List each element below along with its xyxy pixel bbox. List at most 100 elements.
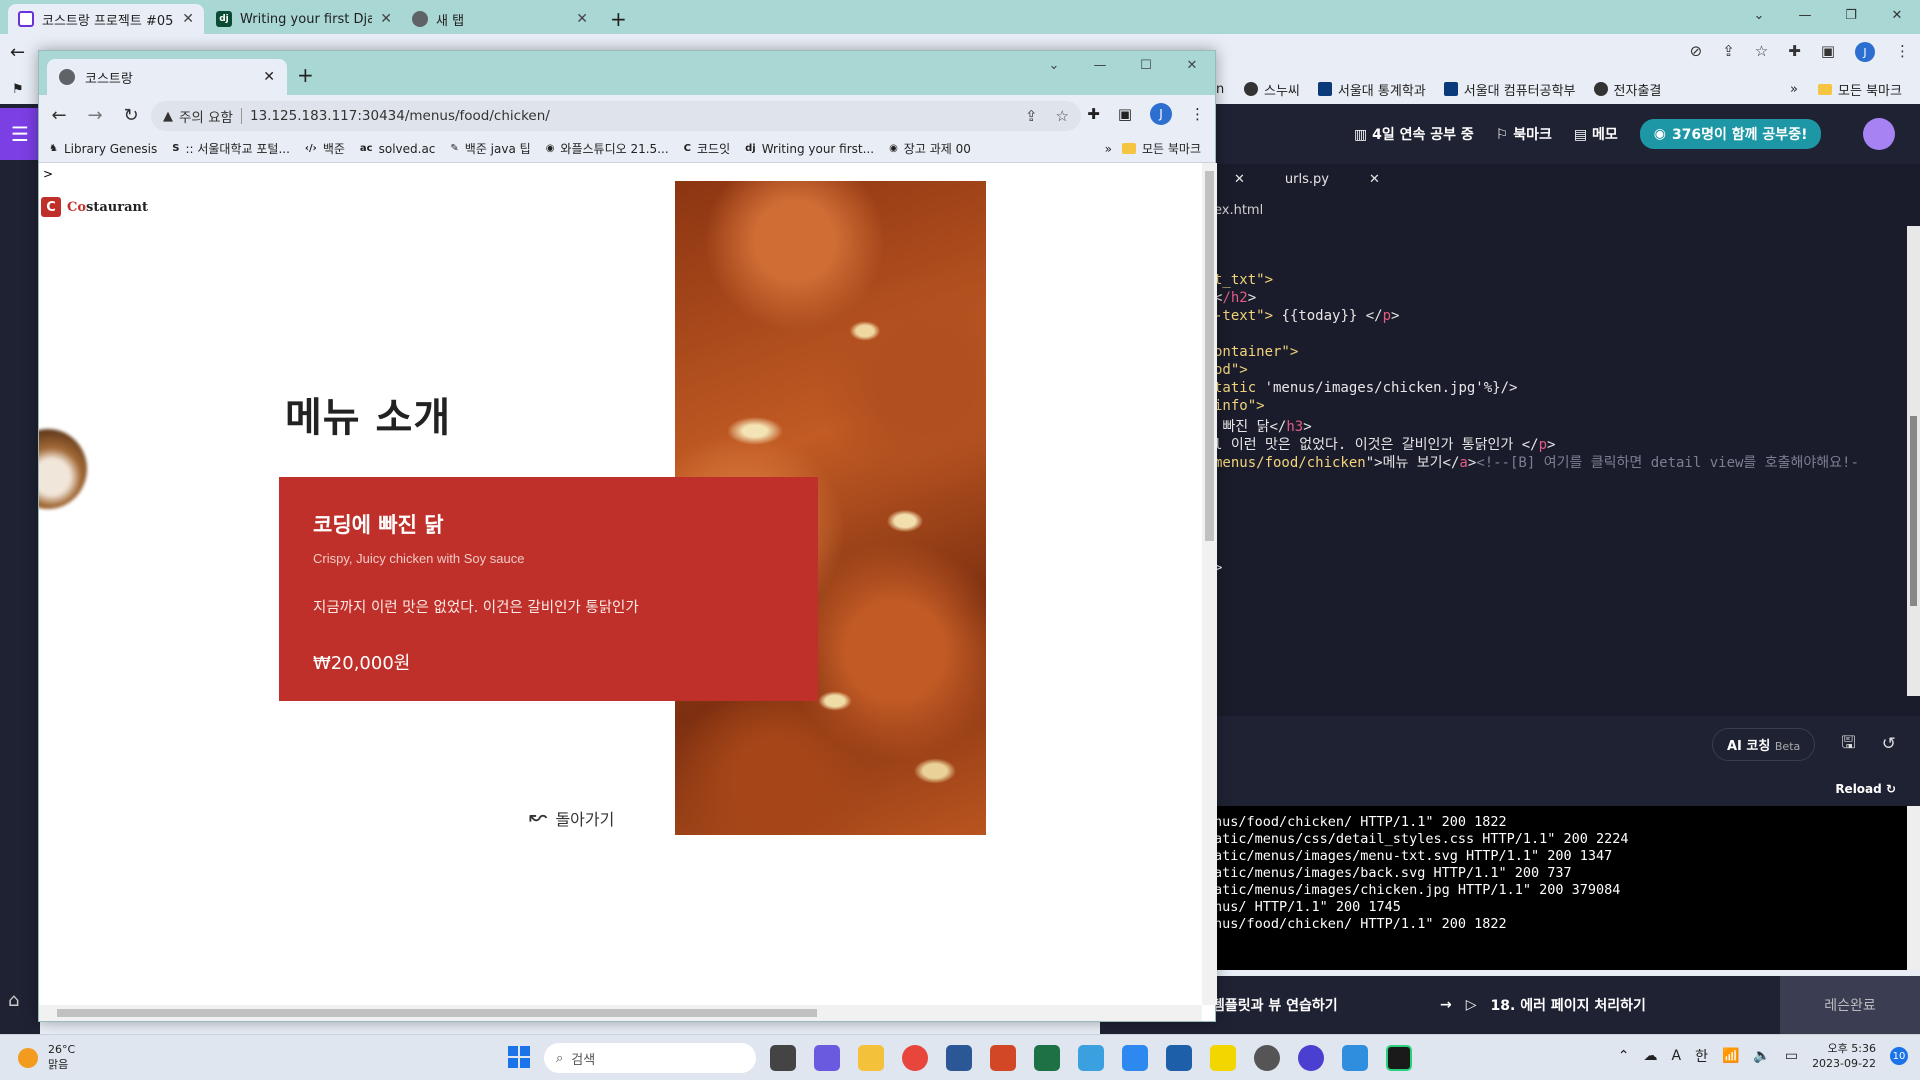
minimize-button[interactable]: — [1782,0,1828,30]
star-icon[interactable]: ☆ [1755,42,1768,62]
star-icon[interactable]: ☆ [1056,107,1069,125]
wifi-icon[interactable]: 📶 [1722,1048,1739,1064]
bookmark-item[interactable]: ✎ 백준 java 팁 [450,140,530,157]
scroll-thumb[interactable] [1910,416,1917,606]
bg-tab-costudy[interactable]: 코스트랑 프로젝트 #05 화면 추가 ✕ [8,4,204,34]
bookmark-item[interactable]: S:: 서울대학교 포털... [172,140,290,157]
speaker-icon[interactable]: 🔈 [1753,1048,1770,1064]
bookmark-item[interactable]: ac solved.ac [360,142,435,156]
pycharm-icon[interactable] [1386,1045,1412,1071]
cloud-icon[interactable]: ☁ [1643,1048,1657,1064]
vertical-scrollbar[interactable] [1202,163,1217,1005]
bookmark-item[interactable]: 서울대 컴퓨터공학부 [1443,80,1576,99]
bookmark-item[interactable]: C 코드잇 [684,140,730,157]
back-arrow-icon[interactable]: ← [10,42,25,63]
hamburger-menu-icon[interactable]: ☰ [0,108,40,160]
more-bookmarks-icon[interactable]: » [1790,82,1798,97]
close-icon[interactable]: ✕ [263,69,275,85]
bg-tab-django[interactable]: dj Writing your first Django app, p ✕ [206,4,402,34]
word-icon[interactable] [946,1045,972,1071]
teams-icon[interactable] [814,1045,840,1071]
pen-icon[interactable]: A [1671,1048,1681,1064]
snipping-tool-icon[interactable] [1342,1045,1368,1071]
horizontal-scrollbar[interactable] [39,1005,1202,1021]
lesson-complete-button[interactable]: 레슨완료 [1780,976,1920,1034]
bookmark-fragment[interactable]: n [1216,82,1224,97]
editor-scrollbar[interactable] [1907,226,1920,696]
battery-icon[interactable]: ▭ [1785,1048,1798,1064]
start-button[interactable] [508,1046,530,1068]
back-link[interactable]: ↜ 돌아가기 [529,805,614,830]
chevron-down-icon[interactable]: ⌄ [1031,51,1077,79]
address-bar[interactable]: ▲ 주의 요함 13.125.183.117:30434/menus/food/… [151,101,1081,131]
settings-icon[interactable] [1254,1045,1280,1071]
task-view-icon[interactable] [770,1045,796,1071]
bookmark-item[interactable]: 스누씨 [1244,80,1300,99]
back-arrow-icon[interactable]: ← [43,99,75,131]
all-bookmarks[interactable]: 모든 북마크 [1121,140,1201,157]
forward-arrow-icon[interactable]: → [79,99,111,131]
calculator-icon[interactable] [1166,1045,1192,1071]
tab-costaurant[interactable]: 코스트랑 ✕ [47,59,287,95]
scroll-thumb[interactable] [1205,171,1214,541]
chevron-down-icon[interactable]: ⌄ [1736,0,1782,30]
reload-icon[interactable]: ↻ [115,99,147,131]
bookmark-item[interactable]: 전자출결 [1593,80,1661,99]
taskbar-search[interactable]: ⌕ 검색 [544,1043,756,1073]
menu-dots-icon[interactable]: ⋮ [1190,105,1205,123]
excel-icon[interactable] [1034,1045,1060,1071]
sidepanel-icon[interactable]: ▣ [1821,42,1835,62]
bookmark-item[interactable]: ◉ 와플스튜디오 21.5... [546,140,669,157]
share-icon[interactable]: ⇪ [1722,42,1735,62]
extensions-icon[interactable]: ✚ [1788,42,1801,62]
close-icon[interactable]: ✕ [1369,172,1380,187]
ai-coaching-button[interactable]: AI 코칭 Beta [1712,727,1816,761]
sidepanel-icon[interactable]: ▣ [1118,105,1132,123]
home-icon[interactable]: ⌂ [8,990,30,1012]
file-tab-partial[interactable]: ✕ [1214,164,1265,194]
minimize-button[interactable]: — [1077,51,1123,79]
new-tab-button[interactable]: + [297,63,314,87]
maximize-button[interactable]: ❐ [1828,0,1874,30]
code-editor[interactable]: t_txt"> </h2> -text"> {{today}} </p> ontain… [1214,226,1907,696]
sticky-notes-icon[interactable] [1210,1045,1236,1071]
history-icon[interactable]: ↺ [1882,734,1896,754]
bookmark-item[interactable]: ◉ 장고 과제 00 [889,140,971,157]
weather-widget[interactable]: 26°C 맑음 [18,1043,75,1072]
reload-button[interactable]: Reload ↻ [1214,772,1920,806]
mail-icon[interactable] [1122,1045,1148,1071]
powerpoint-icon[interactable] [990,1045,1016,1071]
close-icon[interactable]: ✕ [182,11,194,27]
memo-button[interactable]: ▤ 메모 [1574,124,1618,144]
url-text[interactable]: 13.125.183.117:30434/menus/food/chicken/ [250,108,550,124]
maximize-button[interactable]: ☐ [1123,51,1169,79]
chevron-up-icon[interactable]: ⌃ [1618,1048,1630,1064]
chrome-icon[interactable] [902,1045,928,1071]
bookmark-button[interactable]: ⚐ 북마크 [1496,124,1552,144]
bookmark-item[interactable]: dj Writing your first... [745,142,874,156]
security-warning[interactable]: 주의 요함 [179,106,233,126]
together-badge[interactable]: ◉ 376명이 함께 공부중! [1639,119,1822,149]
scroll-thumb[interactable] [57,1009,817,1017]
menu-dots-icon[interactable]: ⋮ [1895,42,1910,62]
notes-icon[interactable] [1078,1045,1104,1071]
bookmark-item[interactable]: 서울대 통계학과 [1317,80,1426,99]
next-lesson[interactable]: → ▷ 18. 에러 페이지 처리하기 [1440,995,1780,1015]
more-bookmarks-icon[interactable]: » [1105,142,1112,156]
avatar[interactable] [1863,118,1896,150]
costudy-icon[interactable] [1298,1045,1324,1071]
new-tab-button[interactable]: + [600,4,630,34]
close-button[interactable]: ✕ [1874,0,1920,30]
close-icon[interactable]: ✕ [380,11,392,27]
file-tab-urls[interactable]: urls.py ✕ [1265,164,1400,194]
notification-badge[interactable]: 10 [1890,1047,1908,1065]
file-explorer-icon[interactable] [858,1045,884,1071]
bg-tab-newtab[interactable]: 새 탭 ✕ [402,4,598,34]
close-button[interactable]: ✕ [1169,51,1215,79]
site-logo[interactable]: C Costaurant [41,197,148,217]
clock[interactable]: 오후 5:36 2023-09-22 [1812,1041,1876,1071]
bookmark-item[interactable]: ‹/› 백준 [305,140,345,157]
close-icon[interactable]: ✕ [1234,172,1245,187]
ime-indicator[interactable]: 한 [1695,1046,1708,1066]
save-icon[interactable]: 🖫 [1841,730,1855,759]
